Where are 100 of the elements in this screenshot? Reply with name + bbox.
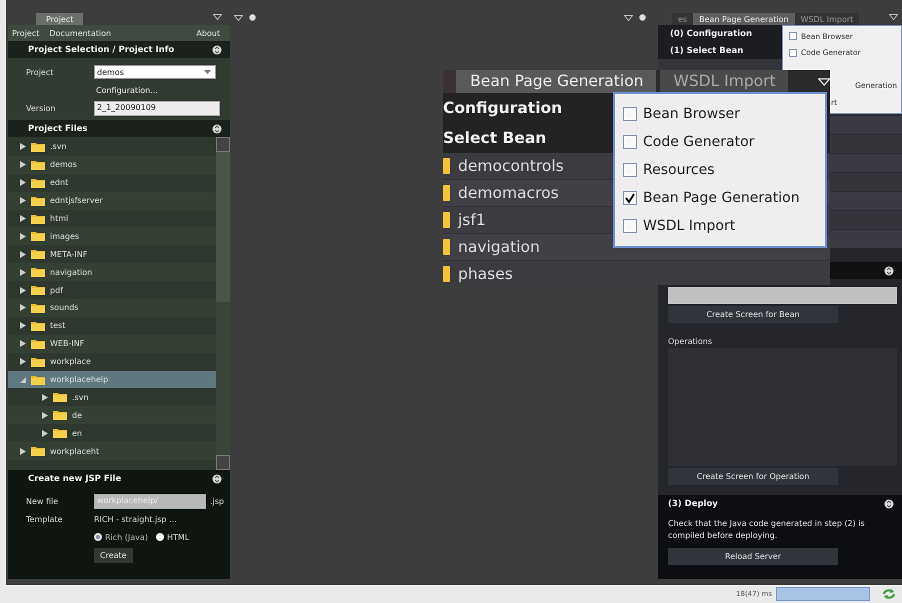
collapse-icon[interactable] [212,44,222,54]
dropdown-icon[interactable] [889,14,898,20]
expander-icon[interactable] [20,250,26,258]
checkbox[interactable] [623,163,637,177]
create-button[interactable]: Create [94,548,133,562]
tree-item[interactable]: navigation [8,263,216,282]
menu-item[interactable]: Project [12,28,40,38]
expander-icon[interactable] [20,322,26,330]
checkbox[interactable] [789,48,797,57]
expander-icon[interactable] [42,412,48,419]
reload-button[interactable]: Reload Server [668,548,838,565]
checkbox[interactable] [623,191,637,205]
expander-icon[interactable] [20,215,26,222]
menu-item[interactable]: Bean Browser [615,100,825,128]
tree-item[interactable]: html [8,210,216,228]
expander-icon[interactable] [42,430,48,437]
folder-icon [31,374,45,385]
version-field[interactable]: 2_1_20090109 [94,100,220,116]
expander-icon[interactable] [20,358,26,366]
dropdown-icon[interactable] [213,14,222,20]
dot-icon[interactable] [639,14,646,21]
tree-item[interactable]: edntjsfserver [8,192,216,210]
checkbox[interactable] [623,219,637,233]
checkbox[interactable] [789,32,797,40]
folder-icon [31,320,45,331]
radio-button[interactable]: Rich (Java) [94,532,148,542]
dot-icon[interactable] [249,14,256,21]
expander-icon[interactable] [20,448,26,455]
collapse-icon[interactable] [884,266,894,276]
folder-icon [443,158,450,174]
tab[interactable]: WSDL Import [660,70,788,93]
folder-icon [31,142,45,152]
menu-item[interactable]: About [196,28,226,38]
tree-item[interactable]: workplaceht [8,442,216,460]
folder-icon [53,410,67,420]
section-title: Create new JSP File [28,474,122,484]
folder-icon [31,249,45,260]
dropdown-icon[interactable] [234,14,243,20]
refresh-icon[interactable] [882,588,896,600]
version-label: Version [26,104,56,112]
create-screen-button[interactable]: Create Screen for Bean [668,306,838,323]
configuration-link[interactable]: Configuration... [94,86,158,94]
menu-item[interactable]: Code Generator [615,128,825,156]
checkbox[interactable] [623,107,637,121]
folder-icon [31,356,45,367]
operations-label: Operations [668,337,713,346]
folder-icon [31,285,45,296]
folder-icon [53,392,67,402]
bean-item[interactable]: phases [443,261,830,285]
menu-item[interactable]: WSDL Import [615,212,825,240]
menu-item[interactable]: Documentation [49,28,112,38]
folder-icon [31,196,45,206]
tree-item[interactable]: images [8,227,216,246]
expander-icon[interactable] [20,197,26,204]
folder-icon [31,446,45,456]
folder-icon [443,266,450,282]
project-label: Project [26,68,54,76]
section-title: Project Selection / Project Info [28,44,174,54]
expander-icon[interactable] [20,268,26,276]
template-value[interactable]: RICH - straight.jsp ... [94,514,177,524]
tab[interactable]: Bean Page Generation [693,13,795,25]
tree-item[interactable]: demos [8,156,216,174]
folder-icon [31,302,45,313]
deploy-note: Check that the Java code generated in step (2) is compiled before deploying. [668,518,866,542]
folder-icon [31,338,45,349]
expander-icon[interactable] [42,394,48,401]
tree-item[interactable]: sounds [8,299,216,317]
folder-icon [31,214,45,224]
tab[interactable]: Bean Page Generation [456,70,656,93]
new-file-label: New file [26,496,60,506]
checkbox[interactable] [623,135,637,149]
expander-icon[interactable] [20,304,26,312]
folder-icon [443,239,450,255]
expander-icon[interactable] [20,143,26,150]
section-title: (3) Deploy [668,498,718,508]
scrollbar[interactable] [216,137,230,470]
bean-field[interactable] [668,287,897,304]
expander-icon[interactable] [20,232,26,240]
folder-icon [31,178,45,188]
tab[interactable]: es [672,13,694,25]
tree-item[interactable]: workplacehelp [8,370,216,388]
project-tab[interactable]: Project [36,13,84,25]
radio-button[interactable]: HTML [156,532,190,542]
dropdown-icon[interactable] [624,14,633,20]
dropdown-arrow-icon[interactable] [204,70,211,74]
collapse-icon[interactable] [212,474,222,484]
tab[interactable]: WSDL Import [794,13,860,25]
expander-icon[interactable] [20,340,26,348]
folder-icon [443,212,450,228]
folder-icon [53,428,67,438]
expander-icon[interactable] [20,161,26,168]
expander-icon[interactable] [20,286,26,294]
create-screen-button[interactable]: Create Screen for Operation [668,468,838,485]
expander-icon[interactable] [20,179,26,186]
collapse-icon[interactable] [884,498,894,508]
tree-item[interactable]: de [8,406,216,424]
tree-item[interactable]: WEB-INF [8,334,216,353]
suffix-label: .jsp [210,496,224,506]
project-select[interactable]: demos [94,65,216,79]
collapse-icon[interactable] [212,124,222,134]
